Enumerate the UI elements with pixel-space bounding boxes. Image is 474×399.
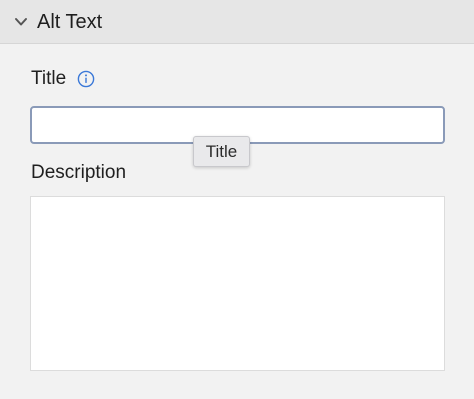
section-header[interactable]: Alt Text (0, 0, 474, 44)
info-icon[interactable] (77, 70, 95, 88)
chevron-down-icon[interactable] (13, 15, 29, 29)
description-label: Description (31, 162, 127, 183)
alt-text-panel: Alt Text Title Title Description (0, 0, 474, 399)
description-textarea[interactable] (30, 196, 445, 371)
title-tooltip: Title (193, 136, 250, 167)
title-label: Title (31, 68, 67, 89)
section-title: Alt Text (37, 11, 103, 33)
